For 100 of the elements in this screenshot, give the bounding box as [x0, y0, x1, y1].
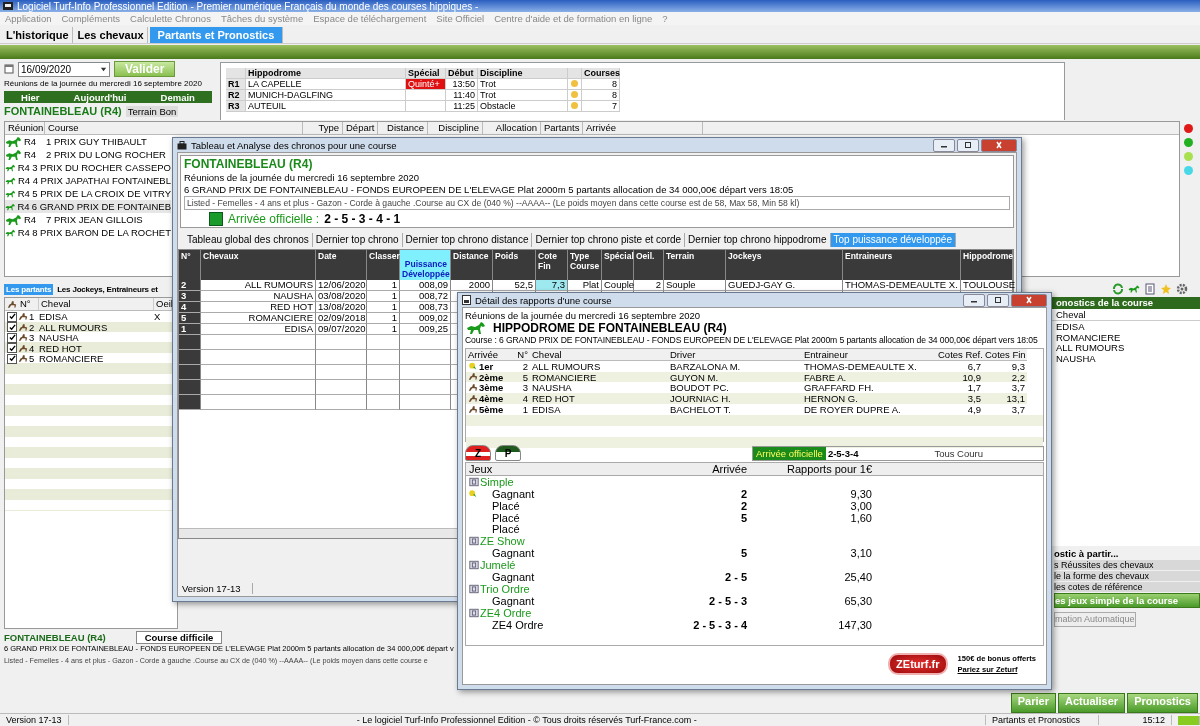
- maximize-icon: [993, 296, 1003, 304]
- day-nav-button[interactable]: Aujourd'hui: [73, 91, 127, 103]
- maximize-button[interactable]: [987, 293, 1009, 307]
- option-item[interactable]: s Réussites des chevaux: [1054, 560, 1200, 570]
- bet-group[interactable]: Jumelé: [480, 559, 516, 572]
- tab[interactable]: Tableau global des chronos: [184, 233, 313, 247]
- horse-icon: [5, 135, 22, 148]
- maximize-button[interactable]: [957, 138, 979, 152]
- checkbox[interactable]: [7, 353, 17, 364]
- horse-name: ROMANCIERE: [1055, 331, 1122, 342]
- menu-item[interactable]: Calculette Chronos: [130, 13, 211, 24]
- column-header: Spécial: [602, 250, 634, 280]
- bet-group[interactable]: ZE Show: [480, 535, 525, 548]
- bet-type: Gagnant: [492, 487, 535, 500]
- checkbox[interactable]: [7, 311, 17, 322]
- checkbox[interactable]: [7, 322, 17, 332]
- tab[interactable]: L'historique: [3, 27, 73, 43]
- table-cell-text: 1,7: [966, 382, 982, 394]
- table-cell-text: BARZALONA M.: [669, 360, 742, 372]
- column-header: N°: [506, 349, 530, 361]
- table-cell-text: 1: [521, 404, 529, 415]
- zeturf-logo[interactable]: ZEturf.fr: [888, 653, 948, 675]
- menu-item[interactable]: Application: [5, 13, 52, 24]
- meeting-title: FONTAINEBLEAU (R4): [4, 105, 122, 118]
- table-cell: Plat: [568, 280, 602, 291]
- race-row[interactable]: R4 1 PRIX GUY THIBAULT: [5, 135, 171, 148]
- close-button[interactable]: [1011, 293, 1047, 307]
- bet-type: Placé: [492, 511, 520, 524]
- rosette-icon: [468, 361, 478, 371]
- tab[interactable]: Dernier top chrono: [312, 233, 403, 247]
- race-summary: 6 GRAND PRIX DE FONTAINEBLEAU - FONDS EUROPEEN DE L'ELEVAGE Plat 2000m 5 partants allocation de 34 000,00€ départ vers 18:05: [184, 184, 795, 195]
- table-cell: FABRE A.: [802, 371, 936, 383]
- tab[interactable]: Dernier top chrono hippodrome: [685, 233, 831, 247]
- auto-button[interactable]: mation Automatique: [1054, 612, 1136, 627]
- runner-number: 5: [29, 353, 35, 364]
- column-header: Distance: [378, 122, 428, 134]
- table-cell: NAUSHA: [201, 291, 316, 302]
- jockey-icon: [468, 394, 478, 404]
- table-cell: 9,30: [850, 487, 872, 500]
- meeting-title: FONTAINEBLEAU (R4): [4, 632, 106, 643]
- option-item[interactable]: le la forme des chevaux: [1054, 571, 1200, 581]
- menu-item[interactable]: Compléments: [61, 13, 121, 24]
- table-cell: 2,2: [983, 371, 1027, 383]
- resize-grip[interactable]: [1178, 715, 1200, 725]
- jockey-icon: [468, 404, 478, 414]
- table-cell: 10,9: [936, 371, 983, 383]
- menu-item[interactable]: Espace de téléchargement: [313, 13, 427, 24]
- table-cell: 5: [179, 313, 201, 324]
- race-row[interactable]: R4 4 PRIX JAPATHAI FONTAINEBL: [5, 174, 171, 187]
- date-field[interactable]: 16/09/2020: [18, 61, 110, 77]
- close-button[interactable]: [981, 138, 1017, 152]
- race-row[interactable]: R4 8 PRIX BARON DE LA ROCHET: [5, 226, 171, 239]
- race-row[interactable]: R4 7 PRIX JEAN GILLOIS: [5, 213, 171, 226]
- checkbox[interactable]: [7, 332, 17, 343]
- table-cell-text: 3: [521, 382, 529, 394]
- refresh-icon[interactable]: [1112, 283, 1124, 295]
- table-cell-text: BACHELOT T.: [669, 404, 732, 415]
- menu-item[interactable]: ?: [662, 13, 668, 24]
- checkbox[interactable]: [7, 343, 17, 353]
- table-cell: 009,02: [400, 313, 451, 324]
- column-header: Jeux: [466, 463, 616, 476]
- horse-name: ALL RUMOURS: [1055, 342, 1126, 353]
- table-cell-text: EDISA: [531, 404, 562, 415]
- table-cell: THOMAS-DEMEAULTE X.: [843, 280, 961, 291]
- menu-item[interactable]: Centre d'aide et de formation en ligne: [494, 13, 653, 24]
- day-nav-button[interactable]: Hier: [21, 91, 40, 103]
- bet-group[interactable]: Simple: [480, 475, 514, 488]
- version-label: Version 17-13: [0, 715, 69, 725]
- settings-icon[interactable]: [1176, 283, 1188, 295]
- star-icon[interactable]: [1160, 283, 1172, 295]
- column-header: Arrivée: [583, 122, 703, 134]
- tab[interactable]: Dernier top chrono distance: [402, 233, 533, 247]
- menu-item[interactable]: Site Officiel: [436, 13, 485, 24]
- option-item[interactable]: les cotes de référence: [1054, 582, 1200, 592]
- menu-item[interactable]: Tâches du système: [220, 13, 304, 24]
- tab[interactable]: Dernier top chrono piste et corde: [532, 233, 686, 247]
- table-cell: 65,30: [844, 594, 872, 607]
- scrollbar[interactable]: [179, 528, 457, 538]
- race-row[interactable]: R4 3 PRIX DU ROCHER CASSEPO: [5, 161, 171, 174]
- race-row[interactable]: R4 6 GRAND PRIX DE FONTAINEB: [5, 200, 171, 213]
- table-cell: 8: [582, 90, 620, 101]
- horse-icon[interactable]: [1128, 283, 1140, 295]
- tab[interactable]: Les Jockeys, Entraineurs et: [55, 284, 160, 295]
- bet-type: Gagnant: [492, 570, 535, 583]
- table-cell: 1: [367, 324, 400, 335]
- table-cell: GUYON M.: [668, 371, 802, 383]
- table-cell: LA CAPELLE: [246, 79, 406, 90]
- race-row[interactable]: R4 2 PRIX DU LONG ROCHER: [5, 148, 171, 161]
- bet-group[interactable]: Trio Ordre: [480, 582, 530, 595]
- bet-group[interactable]: ZE4 Ordre: [480, 606, 532, 619]
- day-nav-button[interactable]: Demain: [160, 91, 195, 103]
- table-cell: 5: [740, 511, 747, 524]
- tab[interactable]: Les chevaux: [74, 27, 148, 43]
- table-cell: 1: [367, 280, 400, 291]
- table-cell: RED HOT: [530, 393, 668, 404]
- table-cell-text: GRAFFARD FH.: [803, 382, 875, 394]
- document-icon[interactable]: [1144, 283, 1156, 295]
- table-cell-text: DE ROYER DUPRE A.: [803, 404, 902, 415]
- race-row[interactable]: R4 5 PRIX DE LA CROIX DE VITRY: [5, 187, 171, 200]
- arrival-order: 2-5-3-4: [827, 447, 859, 459]
